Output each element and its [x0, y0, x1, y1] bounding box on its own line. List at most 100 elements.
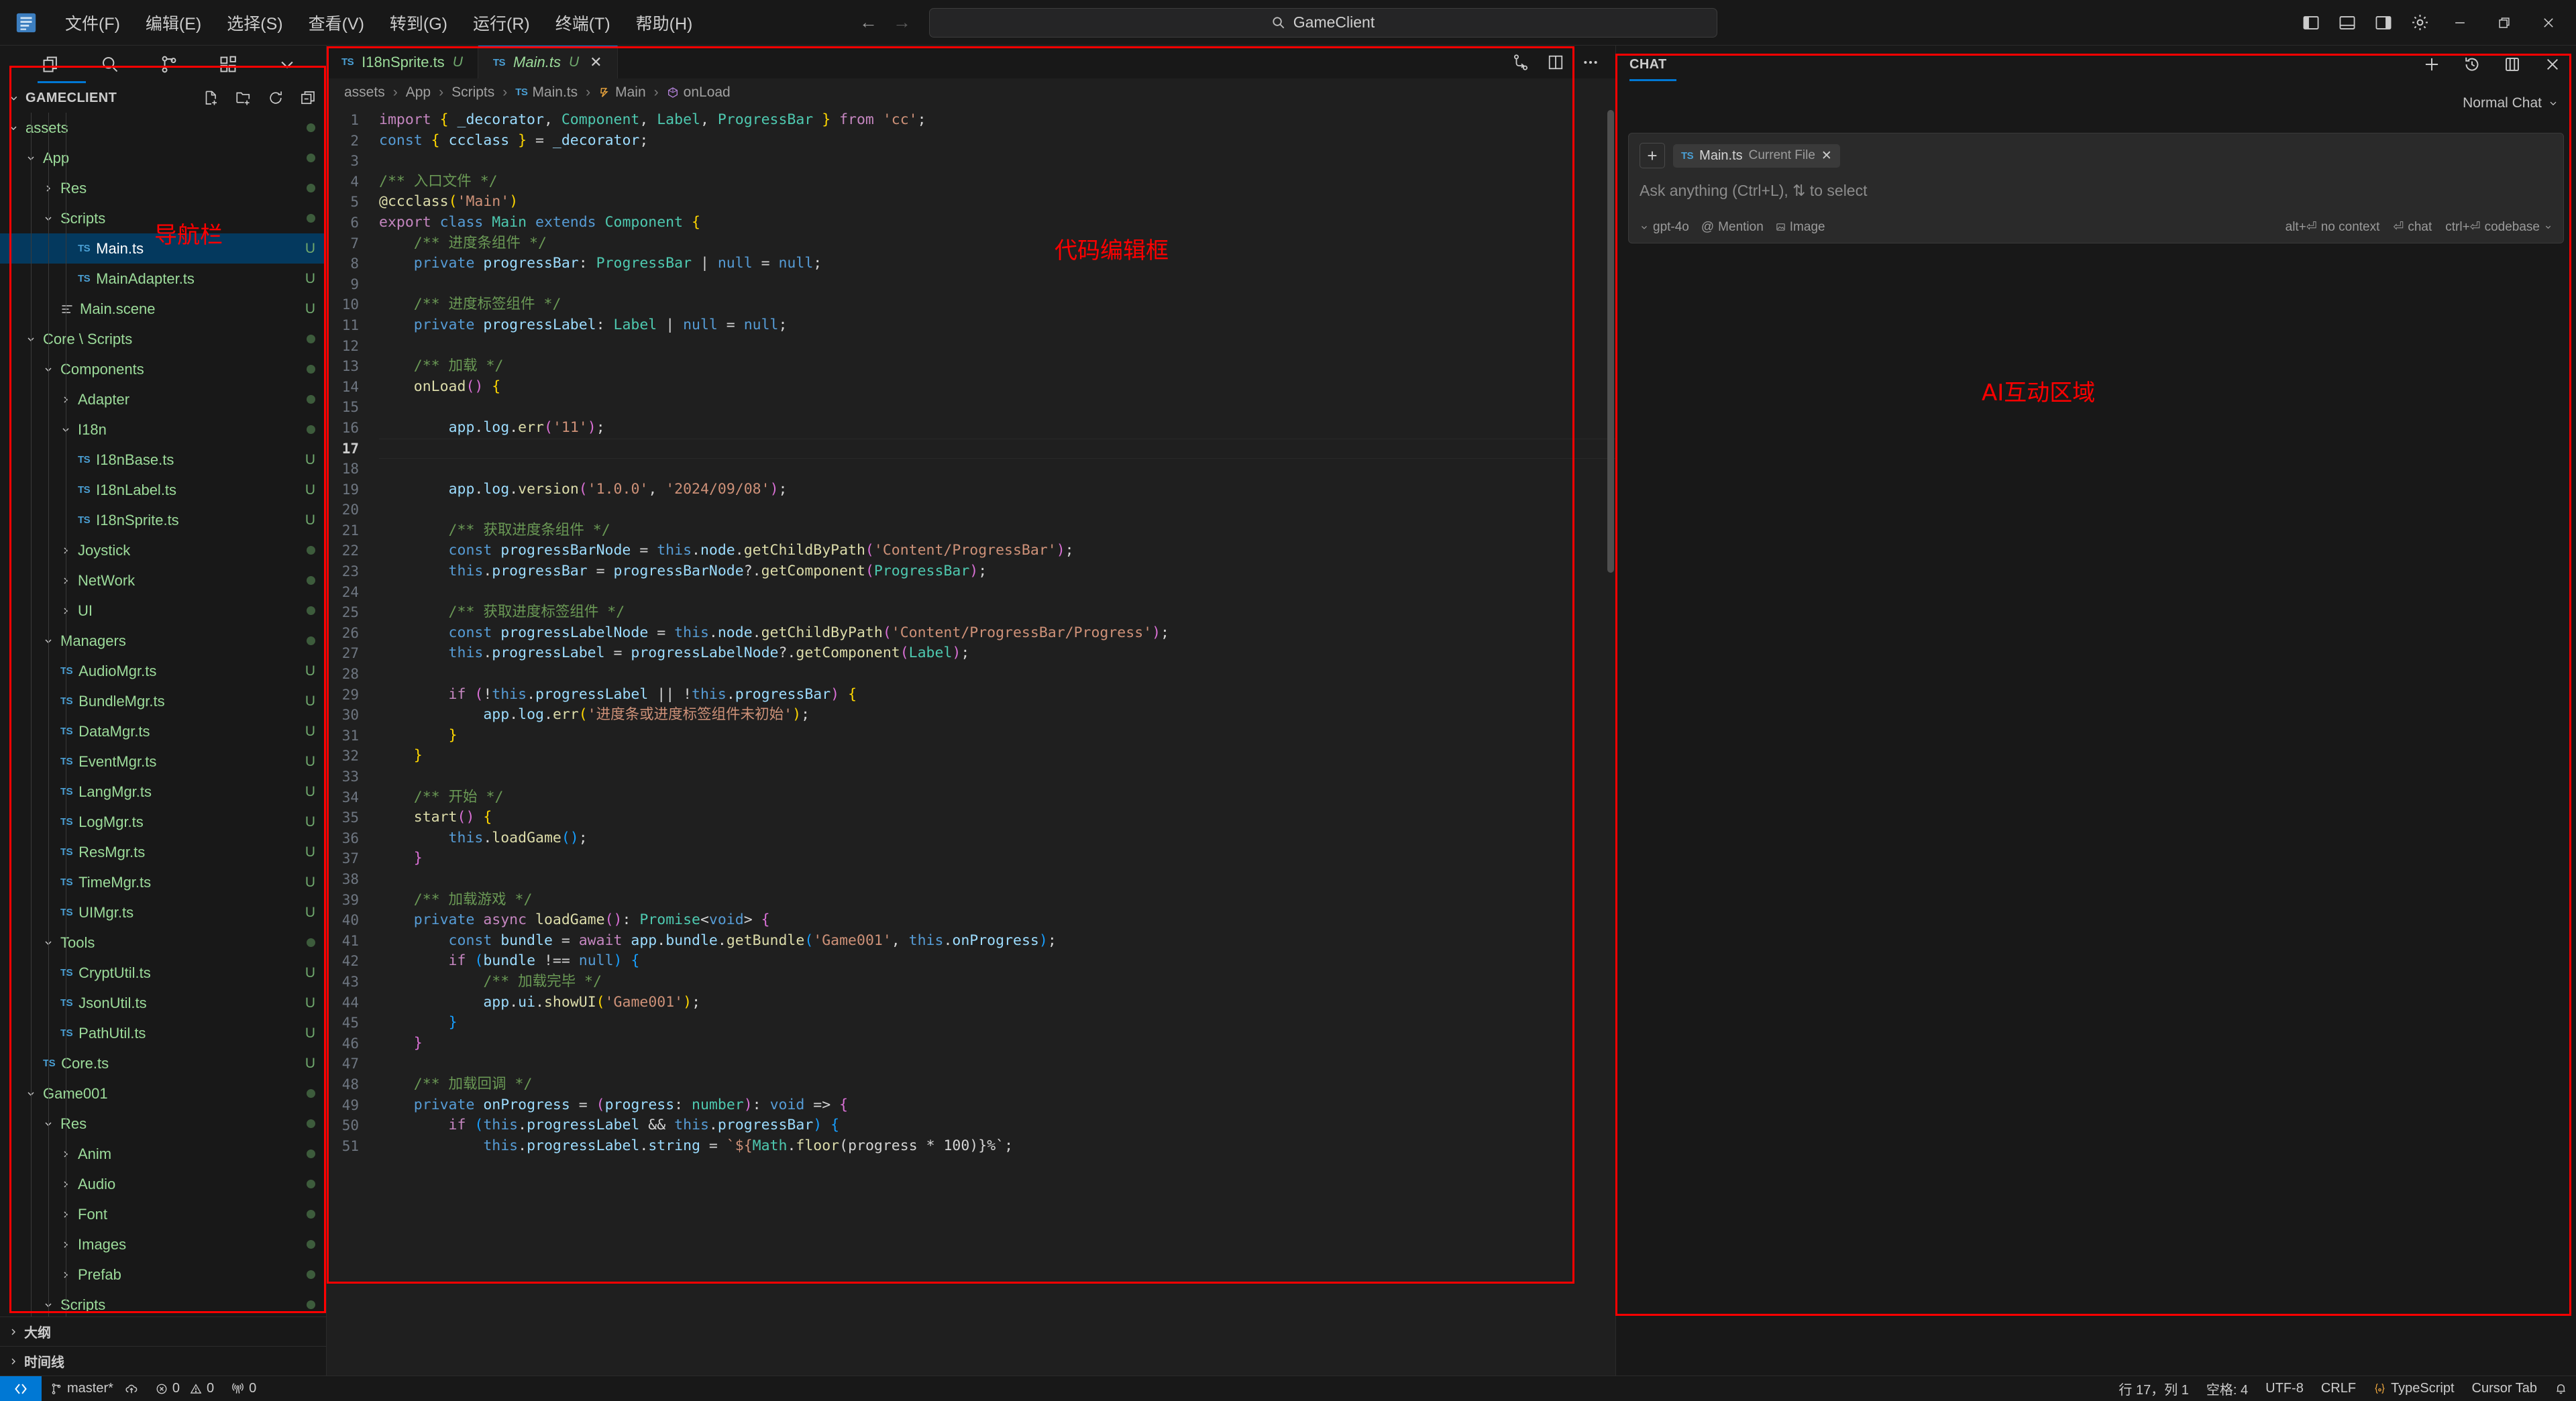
split-editor-icon[interactable] — [1547, 54, 1564, 71]
code-line[interactable] — [379, 336, 1615, 357]
toggle-secondary-sidebar-icon[interactable] — [2365, 7, 2402, 38]
chevron-right-icon[interactable] — [60, 1149, 78, 1160]
settings-gear-icon[interactable] — [2402, 7, 2438, 38]
menu-help[interactable]: 帮助(H) — [623, 7, 706, 39]
close-icon[interactable] — [2542, 54, 2563, 74]
code-line[interactable]: /** 加载回调 */ — [379, 1074, 1615, 1095]
menu-run[interactable]: 运行(R) — [460, 7, 543, 39]
editor-tab-i18nsprite[interactable]: TS I18nSprite.ts U — [327, 46, 478, 78]
code-line[interactable]: import { _decorator, Component, Label, P… — [379, 110, 1615, 131]
explorer-section-header[interactable]: GAMECLIENT — [0, 83, 326, 113]
menu-terminal[interactable]: 终端(T) — [543, 7, 623, 39]
breadcrumb-method[interactable]: onLoad — [667, 85, 731, 101]
window-restore-button[interactable] — [2482, 0, 2526, 46]
breadcrumb-scripts[interactable]: Scripts — [451, 85, 494, 101]
arrow-right-icon[interactable]: → — [893, 12, 912, 33]
code-line[interactable]: this.progressLabel.string = `${Math.floo… — [379, 1136, 1615, 1157]
status-ports[interactable]: 0 — [223, 1376, 265, 1401]
status-indentation[interactable]: 空格: 4 — [2198, 1376, 2257, 1401]
code-line[interactable]: /** 进度标签组件 */ — [379, 294, 1615, 315]
code-line[interactable] — [379, 582, 1615, 603]
code-line[interactable]: if (!this.progressLabel || !this.progres… — [379, 685, 1615, 706]
command-search-box[interactable]: GameClient — [928, 7, 1717, 38]
code-line[interactable]: /** 加载 */ — [379, 356, 1615, 377]
editor-tab-main[interactable]: TS Main.ts U ✕ — [478, 46, 618, 78]
chevron-right-icon[interactable] — [60, 1239, 78, 1250]
chevron-down-icon[interactable] — [43, 636, 60, 647]
breadcrumb-class[interactable]: Main — [598, 85, 646, 101]
code-line[interactable] — [379, 869, 1615, 890]
menu-select[interactable]: 选择(S) — [214, 7, 295, 39]
chevron-down-icon[interactable] — [43, 1119, 60, 1129]
menu-go[interactable]: 转到(G) — [377, 7, 460, 39]
arrow-left-icon[interactable]: ← — [859, 12, 878, 33]
window-minimize-button[interactable] — [2438, 0, 2482, 46]
code-line[interactable]: } — [379, 1013, 1615, 1033]
toggle-primary-sidebar-icon[interactable] — [2293, 7, 2329, 38]
code-line[interactable]: /** 获取进度条组件 */ — [379, 520, 1615, 541]
window-close-button[interactable] — [2526, 0, 2571, 46]
status-eol[interactable]: CRLF — [2312, 1376, 2365, 1401]
chevron-right-icon[interactable] — [60, 545, 78, 556]
code-line[interactable]: /** 开始 */ — [379, 787, 1615, 808]
code-editor[interactable]: 1 2 3 4 5 6 7 8 9 10 11 12 13 14 15 16 17 18 19 20 21 22 23 24 2… — [327, 106, 1615, 1376]
new-folder-icon[interactable] — [235, 89, 252, 107]
code-line[interactable]: /** 加载完毕 */ — [379, 972, 1615, 993]
code-line[interactable]: /** 获取进度标签组件 */ — [379, 602, 1615, 623]
code-line[interactable]: app.log.err('11'); — [379, 418, 1615, 439]
chevron-down-icon[interactable] — [43, 364, 60, 375]
breadcrumb-assets[interactable]: assets — [344, 85, 385, 101]
code-line[interactable] — [379, 459, 1615, 480]
status-cursor-tab[interactable]: Cursor Tab — [2463, 1376, 2546, 1401]
code-line[interactable]: const progressBarNode = this.node.getChi… — [379, 541, 1615, 561]
code-line[interactable]: const progressLabelNode = this.node.getC… — [379, 623, 1615, 644]
menu-file[interactable]: 文件(F) — [52, 7, 133, 39]
source-control-icon[interactable] — [157, 52, 181, 76]
code-line[interactable]: } — [379, 746, 1615, 767]
chat-mention-button[interactable]: @ Mention — [1701, 220, 1764, 235]
chat-mode-selector[interactable]: Normal Chat — [1616, 83, 2576, 123]
chevron-right-icon[interactable] — [60, 606, 78, 616]
chat-hint-no-context[interactable]: alt+⏎ no context — [2286, 219, 2380, 235]
chevron-right-icon[interactable] — [43, 183, 60, 194]
chevron-right-icon[interactable] — [60, 575, 78, 586]
new-chat-plus-icon[interactable] — [2422, 54, 2442, 74]
status-cursor-position[interactable]: 行 17，列 1 — [2110, 1376, 2197, 1401]
status-notifications[interactable] — [2546, 1376, 2576, 1401]
chat-hint-chat[interactable]: ⏎ chat — [2393, 219, 2432, 235]
search-icon[interactable] — [98, 52, 122, 76]
scrollbar-thumb[interactable] — [1607, 110, 1614, 573]
sync-cloud-icon[interactable] — [125, 1382, 138, 1396]
history-icon[interactable] — [2462, 54, 2482, 74]
code-line[interactable] — [379, 767, 1615, 787]
extensions-icon[interactable] — [216, 52, 240, 76]
code-line[interactable]: const { ccclass } = _decorator; — [379, 131, 1615, 152]
chat-context-chip[interactable]: TS Main.ts Current File ✕ — [1673, 144, 1840, 168]
chevron-down-icon[interactable] — [25, 334, 43, 345]
code-line[interactable] — [379, 664, 1615, 685]
code-line[interactable]: if (bundle !== null) { — [379, 951, 1615, 972]
breadcrumb-app[interactable]: App — [406, 85, 431, 101]
code-line[interactable]: app.log.err('进度条或进度标签组件未初始'); — [379, 705, 1615, 726]
code-line[interactable]: } — [379, 726, 1615, 746]
code-line[interactable] — [379, 500, 1615, 520]
code-line[interactable]: /** 入口文件 */ — [379, 172, 1615, 192]
code-line[interactable]: const bundle = await app.bundle.getBundl… — [379, 931, 1615, 952]
code-line[interactable]: this.loadGame(); — [379, 828, 1615, 849]
code-line[interactable]: app.ui.showUI('Game001'); — [379, 993, 1615, 1013]
close-icon[interactable]: ✕ — [590, 54, 602, 71]
chevron-down-icon[interactable] — [8, 123, 25, 133]
open-in-editor-icon[interactable] — [2502, 54, 2522, 74]
code-line[interactable]: app.log.version('1.0.0', '2024/09/08'); — [379, 480, 1615, 500]
status-branch[interactable]: master* — [42, 1376, 147, 1401]
code-line[interactable] — [379, 151, 1615, 172]
code-line[interactable]: private progressLabel: Label | null = nu… — [379, 315, 1615, 336]
code-line[interactable]: this.progressLabel = progressLabelNode?.… — [379, 643, 1615, 664]
code-line[interactable]: /** 进度条组件 */ — [379, 233, 1615, 254]
remote-window-icon[interactable] — [0, 1376, 42, 1401]
status-encoding[interactable]: UTF-8 — [2257, 1376, 2312, 1401]
status-problems[interactable]: 0 0 — [147, 1376, 223, 1401]
more-actions-icon[interactable] — [1582, 54, 1599, 71]
code-line[interactable]: this.progressBar = progressBarNode?.getC… — [379, 561, 1615, 582]
chevron-down-icon[interactable] — [43, 938, 60, 948]
